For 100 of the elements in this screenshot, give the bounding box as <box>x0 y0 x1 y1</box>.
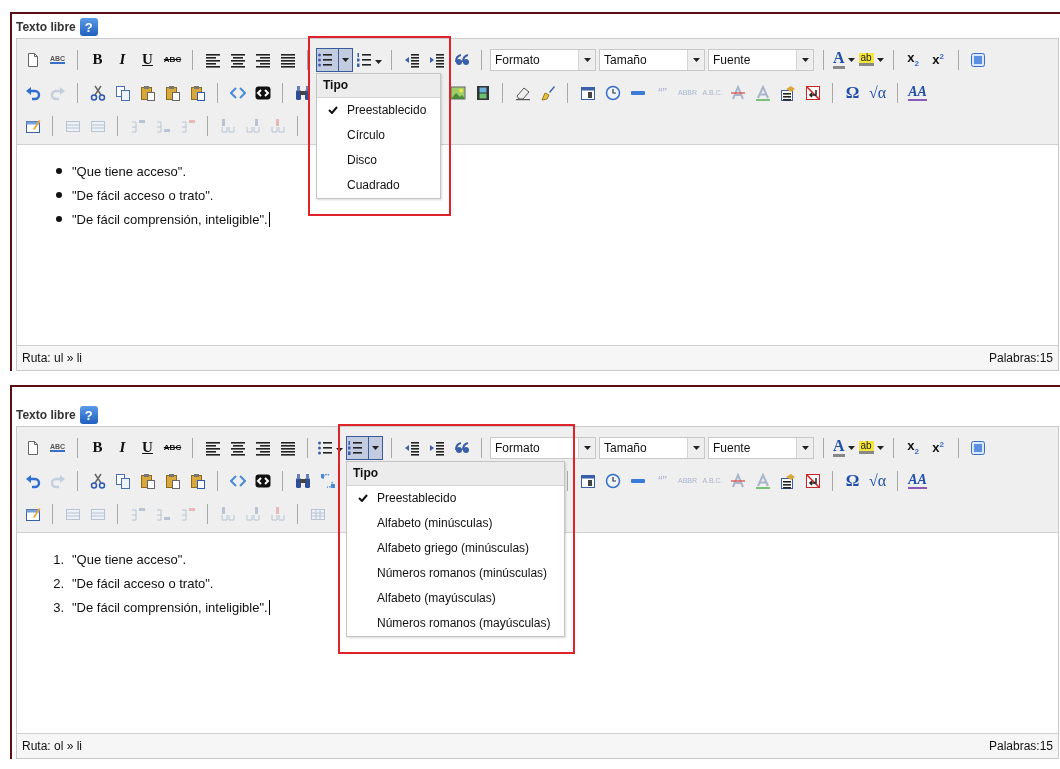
dropdown-select[interactable]: Fuente <box>708 436 814 459</box>
align-left-icon <box>204 439 221 456</box>
caret-icon <box>342 57 349 62</box>
bold-button[interactable]: B <box>86 435 109 460</box>
caret-icon <box>372 445 379 450</box>
formula-button[interactable]: √α <box>866 468 889 493</box>
delete-row-icon <box>179 505 196 522</box>
list-number: 2. <box>53 575 64 591</box>
bulleted-list-button[interactable] <box>316 47 353 72</box>
help-button[interactable]: ? <box>79 18 98 36</box>
insert-column-after-icon <box>244 505 261 522</box>
menu-item[interactable]: Números romanos (minúsculas) <box>347 560 565 586</box>
quote-icon <box>453 51 470 68</box>
superscript-button[interactable]: x$^{2}$ <box>926 47 950 72</box>
section-title: Texto libre <box>16 20 76 34</box>
element-path: Ruta: ol » li <box>22 739 83 753</box>
list-number: 3. <box>53 599 64 615</box>
insert-column-after-icon <box>244 117 261 134</box>
checkmark-icon <box>328 105 338 114</box>
underline-button[interactable]: U <box>136 435 159 460</box>
redo-icon <box>49 84 66 101</box>
clock-icon <box>604 472 621 489</box>
text-color-button[interactable]: A <box>832 47 856 72</box>
bold-button[interactable]: B <box>86 47 109 72</box>
menu-item[interactable]: Cuadrado <box>317 172 441 198</box>
source-code-icon <box>229 84 246 101</box>
list-item-text: "Que tiene acceso". <box>72 163 187 179</box>
superscript-button[interactable]: x$^{2}$ <box>926 435 950 460</box>
numbered-list-button[interactable] <box>346 435 383 460</box>
inserted-text-icon <box>754 472 771 489</box>
inserted-text-icon <box>754 84 771 101</box>
delete-column-icon <box>269 505 286 522</box>
delete-row-icon <box>179 117 196 134</box>
underline-button[interactable]: U <box>136 47 159 72</box>
properties-icon <box>779 472 796 489</box>
list-item-text: "Que tiene acceso". <box>72 551 187 567</box>
insert-column-before-icon <box>219 117 236 134</box>
menu-item[interactable]: Preestablecido <box>317 97 441 123</box>
copy-icon <box>114 84 131 101</box>
menu-item[interactable]: Alfabeto griego (minúsculas) <box>347 535 565 561</box>
undo-icon <box>24 472 41 489</box>
list-item-text: "De fácil acceso o trato". <box>72 187 214 203</box>
bulleted-list-icon <box>317 51 333 68</box>
text-cursor <box>268 599 270 615</box>
list-item-text: "De fácil acceso o trato". <box>72 575 214 591</box>
caret-icon <box>801 57 809 62</box>
menu-item[interactable]: Preestablecido <box>347 485 565 511</box>
menu-item[interactable]: Alfabeto (minúsculas) <box>347 510 565 536</box>
styles-button[interactable]: AA <box>906 468 929 493</box>
paste-document-icon <box>189 472 206 489</box>
menu-item[interactable]: Disco <box>317 147 441 173</box>
find-icon <box>294 472 311 489</box>
strikethrough-button[interactable]: ABC <box>161 435 184 460</box>
special-character-button[interactable]: Ω <box>841 80 864 105</box>
insert-row-before-icon <box>129 505 146 522</box>
dropdown-select[interactable]: Tamaño <box>599 48 705 71</box>
dropdown-select[interactable]: Formato <box>490 48 596 71</box>
italic-button[interactable]: I <box>111 435 134 460</box>
menu-item[interactable]: Números romanos (mayúsculas) <box>347 610 565 636</box>
text-color-button[interactable]: A <box>832 435 856 460</box>
subscript-button[interactable]: x$_{2}$ <box>901 435 925 460</box>
bullet-icon <box>56 216 62 222</box>
align-right-icon <box>254 51 271 68</box>
list-number: 1. <box>53 551 64 567</box>
properties-icon <box>779 84 796 101</box>
calendar-icon <box>579 472 596 489</box>
source-code-icon <box>229 472 246 489</box>
dropdown-select[interactable]: Fuente <box>708 48 814 71</box>
caret-icon <box>583 57 591 62</box>
align-center-icon <box>229 51 246 68</box>
indent-icon <box>428 51 445 68</box>
special-character-button[interactable]: Ω <box>841 468 864 493</box>
help-button[interactable]: ? <box>79 406 98 424</box>
delete-column-icon <box>269 117 286 134</box>
outdent-icon <box>403 439 420 456</box>
menu-item[interactable]: Alfabeto (mayúsculas) <box>347 585 565 611</box>
formula-button[interactable]: √α <box>866 80 889 105</box>
menu-item[interactable]: Círculo <box>317 122 441 148</box>
justify-icon <box>279 439 296 456</box>
code-block-icon <box>254 84 271 101</box>
caret-icon <box>876 57 884 62</box>
dropdown-select[interactable]: Tamaño <box>599 436 705 459</box>
cut-icon <box>89 84 106 101</box>
highlight-color-button[interactable]: ab <box>857 435 885 460</box>
italic-button[interactable]: I <box>111 47 134 72</box>
caret-icon <box>336 447 343 452</box>
subscript-button[interactable]: x$_{2}$ <box>901 47 925 72</box>
clock-icon <box>604 84 621 101</box>
highlight-color-button[interactable]: ab <box>857 47 885 72</box>
caret-icon <box>375 59 382 64</box>
deleted-text-icon <box>729 472 746 489</box>
caret-icon <box>692 57 700 62</box>
strikethrough-button[interactable]: ABC <box>161 47 184 72</box>
indent-icon <box>428 439 445 456</box>
dropdown-select[interactable]: Formato <box>490 436 596 459</box>
styles-button[interactable]: AA <box>906 80 929 105</box>
deleted-text-icon <box>729 84 746 101</box>
menu-heading: Tipo <box>317 73 441 98</box>
quote-icon <box>453 439 470 456</box>
checkmark-icon <box>358 493 368 502</box>
